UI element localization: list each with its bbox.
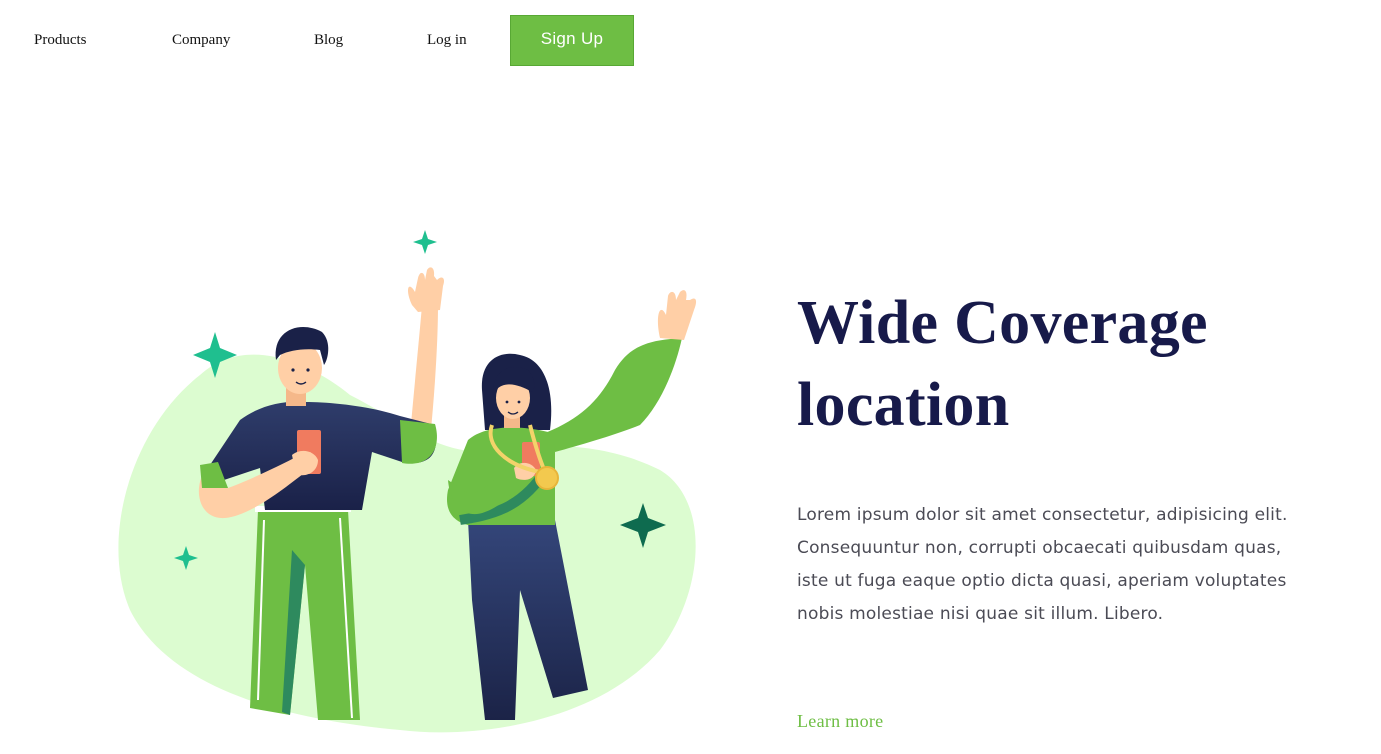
medal-icon bbox=[535, 466, 559, 490]
hero-description: Lorem ipsum dolor sit amet consectetur, … bbox=[797, 505, 1288, 624]
top-navigation: Products Company Blog Log in Sign Up bbox=[0, 0, 1381, 82]
signup-button[interactable]: Sign Up bbox=[510, 15, 634, 66]
nav-products-link[interactable]: Products bbox=[34, 32, 87, 49]
hero-illustration bbox=[100, 220, 720, 750]
hero-title-line-2: location bbox=[797, 371, 1010, 439]
nav-blog-link[interactable]: Blog bbox=[314, 32, 343, 49]
hero-title: Wide Coverage location bbox=[797, 282, 1317, 446]
hero-title-line-1: Wide Coverage bbox=[797, 289, 1208, 357]
signup-button-label: Sign Up bbox=[540, 28, 604, 48]
sparkle-icon bbox=[413, 230, 437, 254]
nav-login-link[interactable]: Log in bbox=[427, 32, 467, 49]
nav-company-link[interactable]: Company bbox=[172, 32, 230, 49]
learn-more-link[interactable]: Learn more bbox=[797, 711, 883, 732]
